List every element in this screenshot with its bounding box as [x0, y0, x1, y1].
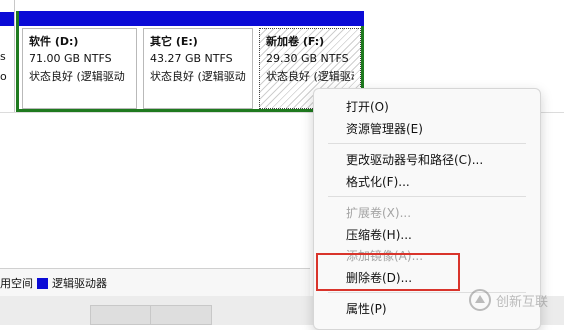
volume-status: 状态良好 (逻辑驱动 [29, 70, 125, 83]
volume-header-bar [140, 11, 256, 26]
menu-item-explorer[interactable]: 资源管理器(E) [346, 120, 423, 137]
volume-header-bar [256, 11, 364, 26]
menu-item-change-letter[interactable]: 更改驱动器号和路径(C)... [346, 151, 483, 168]
menu-item-shrink[interactable]: 压缩卷(H)... [346, 226, 412, 243]
legend-free-label: 用空间 [0, 277, 33, 290]
menu-item-extend: 扩展卷(X)... [346, 206, 412, 220]
volume-e[interactable]: 其它 (E:) 43.27 GB NTFS 状态良好 (逻辑驱动 [140, 11, 256, 112]
volume-size: 29.30 GB NTFS [266, 52, 349, 65]
partition-size-fragment: s [0, 50, 6, 63]
volume-size: 71.00 GB NTFS [29, 52, 112, 65]
volume-size: 43.27 GB NTFS [150, 52, 233, 65]
menu-item-format[interactable]: 格式化(F)... [346, 173, 410, 190]
volume-status: 状态良好 (逻辑驱动 [266, 70, 354, 83]
menu-item-open[interactable]: 打开(O) [346, 98, 389, 115]
strip-tab [150, 305, 212, 325]
strip-tab [90, 305, 152, 325]
delete-highlight-box [316, 253, 460, 291]
volume-details[interactable]: 软件 (D:) 71.00 GB NTFS 状态良好 (逻辑驱动 [22, 28, 137, 109]
volume-status: 状态良好 (逻辑驱动 [150, 70, 246, 83]
menu-separator [328, 143, 526, 144]
legend-bar: 用空间 逻辑驱动器 [0, 268, 310, 298]
menu-separator [328, 196, 526, 197]
watermark: 创新互联 [468, 288, 548, 312]
menu-item-properties[interactable]: 属性(P) [346, 300, 387, 317]
partition-header-bar [0, 12, 14, 26]
volume-name: 新加卷 (F:) [266, 35, 325, 48]
volume-name: 软件 (D:) [29, 35, 79, 48]
watermark-text: 创新互联 [496, 294, 549, 310]
legend-logical-label: 逻辑驱动器 [52, 277, 107, 290]
volume-name: 其它 (E:) [150, 35, 198, 48]
logical-drive-swatch-icon [37, 277, 48, 289]
volume-details[interactable]: 其它 (E:) 43.27 GB NTFS 状态良好 (逻辑驱动 [143, 28, 253, 109]
volume-header-bar [19, 11, 140, 26]
volume-d[interactable]: 软件 (D:) 71.00 GB NTFS 状态良好 (逻辑驱动 [19, 11, 140, 112]
partial-partition[interactable]: s o [0, 0, 15, 112]
brand-logo-icon [469, 289, 491, 311]
partition-status-fragment: o [0, 70, 7, 83]
